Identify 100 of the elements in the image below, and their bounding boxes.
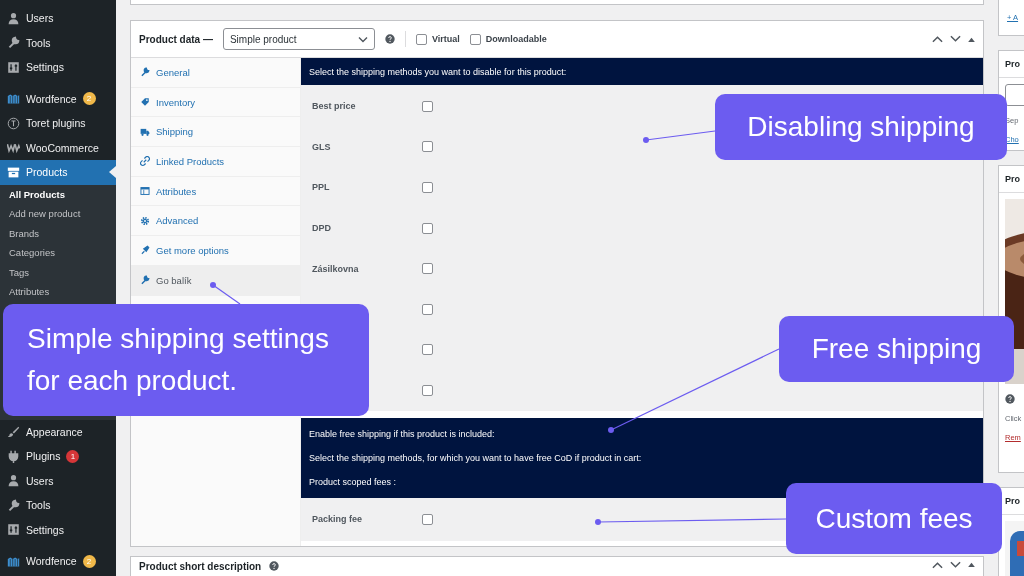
help-icon[interactable]	[384, 34, 395, 44]
menu-item[interactable]: Wordfence 2	[0, 86, 116, 111]
callout: Simple shipping settings for each product.	[3, 304, 369, 416]
menu-item[interactable]: Settings	[0, 55, 116, 80]
wrench-icon	[7, 36, 20, 50]
method-label: GLS	[312, 141, 332, 152]
menu-item[interactable]: Appearance	[0, 419, 116, 444]
checkbox[interactable]	[422, 141, 433, 153]
checkbox-label: Downloadable	[485, 34, 547, 44]
panel-tab[interactable]: Advanced	[131, 206, 300, 237]
menu-item[interactable]: Products	[0, 160, 116, 185]
menu-item[interactable]: Tools	[0, 30, 116, 55]
tag-icon	[140, 97, 150, 108]
person-icon	[7, 474, 20, 488]
checkbox[interactable]	[415, 33, 427, 45]
menu-item[interactable]: Settings	[0, 517, 116, 542]
submenu-item[interactable]: Brands	[0, 223, 116, 243]
panel-tab[interactable]: Attributes	[131, 176, 300, 207]
menu-item[interactable]: Wordfence 2	[0, 549, 116, 574]
plug-icon	[7, 449, 20, 463]
submenu-item[interactable]: Attributes	[0, 282, 116, 302]
section-heading: Enable free shipping if this product is included:	[309, 428, 496, 439]
menu-label: Products	[26, 166, 68, 179]
wrench-icon	[140, 67, 150, 78]
panel-tab[interactable]: Shipping	[131, 117, 300, 148]
person-icon	[7, 11, 20, 25]
checkbox[interactable]	[422, 222, 433, 234]
panel-tab[interactable]: Get more options	[131, 236, 300, 266]
sliders-icon	[7, 523, 20, 537]
checkbox[interactable]	[422, 303, 433, 315]
checkbox[interactable]	[422, 384, 433, 396]
panel-tab[interactable]: Inventory	[131, 87, 300, 118]
checkbox[interactable]	[469, 33, 481, 45]
submenu-item[interactable]: All Products	[0, 184, 116, 204]
menu-item[interactable]: Users	[0, 6, 116, 31]
panel-tab[interactable]: Linked Products	[131, 147, 300, 177]
archive-box-icon	[7, 165, 20, 179]
move-up-icon[interactable]	[932, 560, 943, 569]
woo-icon	[7, 141, 20, 155]
count-badge: 1	[66, 449, 80, 463]
sliders-icon	[7, 60, 20, 74]
count-badge: 2	[82, 92, 96, 106]
menu-item[interactable]: Plugins 1	[0, 444, 116, 469]
menu-item[interactable]: Tools	[0, 493, 116, 518]
move-down-icon[interactable]	[950, 560, 961, 569]
panel-title: Product data —	[139, 33, 213, 45]
menu-item[interactable]: Users	[0, 468, 116, 493]
move-down-icon[interactable]	[950, 35, 961, 43]
card-title: Pro	[999, 51, 1024, 78]
checkbox-label: Virtual	[431, 34, 460, 44]
menu-label: Settings	[26, 61, 64, 74]
product-type-select[interactable]: Simple product	[222, 28, 375, 50]
table-icon	[140, 186, 150, 197]
submenu-item[interactable]: Add new product	[0, 204, 116, 224]
link-icon	[140, 156, 150, 167]
menu-label: Wordfence	[26, 555, 77, 568]
menu-label: Tools	[26, 36, 51, 49]
help-icon[interactable]	[269, 560, 280, 571]
paintbrush-icon	[7, 425, 20, 439]
submenu-item[interactable]: Categories	[0, 243, 116, 263]
chevron-down-icon	[357, 35, 368, 43]
letter-circle-icon	[7, 116, 20, 130]
checkbox[interactable]	[422, 344, 433, 356]
fence-icon	[7, 92, 20, 106]
panel-title: Product short description	[139, 560, 262, 572]
gear-icon	[140, 215, 150, 226]
panel-tab[interactable]: General	[131, 58, 300, 88]
menu-label: Users	[26, 12, 54, 25]
menu-label: Settings	[26, 523, 64, 536]
method-label: DPD	[312, 223, 332, 234]
checkbox[interactable]	[422, 100, 433, 112]
count-badge: 2	[82, 554, 96, 568]
wrench-icon	[140, 275, 150, 286]
help-icon[interactable]	[1005, 394, 1015, 404]
truck-icon	[140, 126, 150, 137]
move-up-icon[interactable]	[932, 35, 943, 43]
plug-icon	[140, 245, 150, 256]
card-title: Pro	[999, 166, 1024, 193]
menu-item[interactable]: WooCommerce	[0, 135, 116, 160]
section-heading: Select the shipping methods, for which you want to have free CoD if product in cart:	[309, 452, 643, 463]
panel-tab[interactable]: Go balík	[131, 265, 300, 296]
method-label: PPL	[312, 182, 331, 193]
menu-label: Users	[26, 474, 54, 487]
submenu-item[interactable]: Tags	[0, 262, 116, 282]
section-heading: Product scoped fees :	[309, 476, 398, 487]
callout: Custom fees	[786, 483, 1002, 554]
menu-item[interactable]: Toret plugins	[0, 111, 116, 136]
collapse-icon[interactable]	[968, 562, 975, 568]
method-label: Best price	[312, 101, 357, 112]
menu-label: WooCommerce	[26, 141, 99, 154]
checkbox[interactable]	[422, 513, 433, 525]
wrench-icon	[7, 498, 20, 512]
checkbox[interactable]	[422, 263, 433, 275]
menu-label: Plugins	[26, 450, 61, 463]
collapse-icon[interactable]	[968, 36, 975, 42]
checkbox[interactable]	[422, 182, 433, 193]
section-heading: Select the shipping methods you want to disable for this product:	[309, 66, 567, 77]
menu-label: Tools	[26, 499, 51, 512]
method-label: Zásilkovna	[312, 263, 360, 274]
menu-label: Appearance	[26, 425, 83, 438]
